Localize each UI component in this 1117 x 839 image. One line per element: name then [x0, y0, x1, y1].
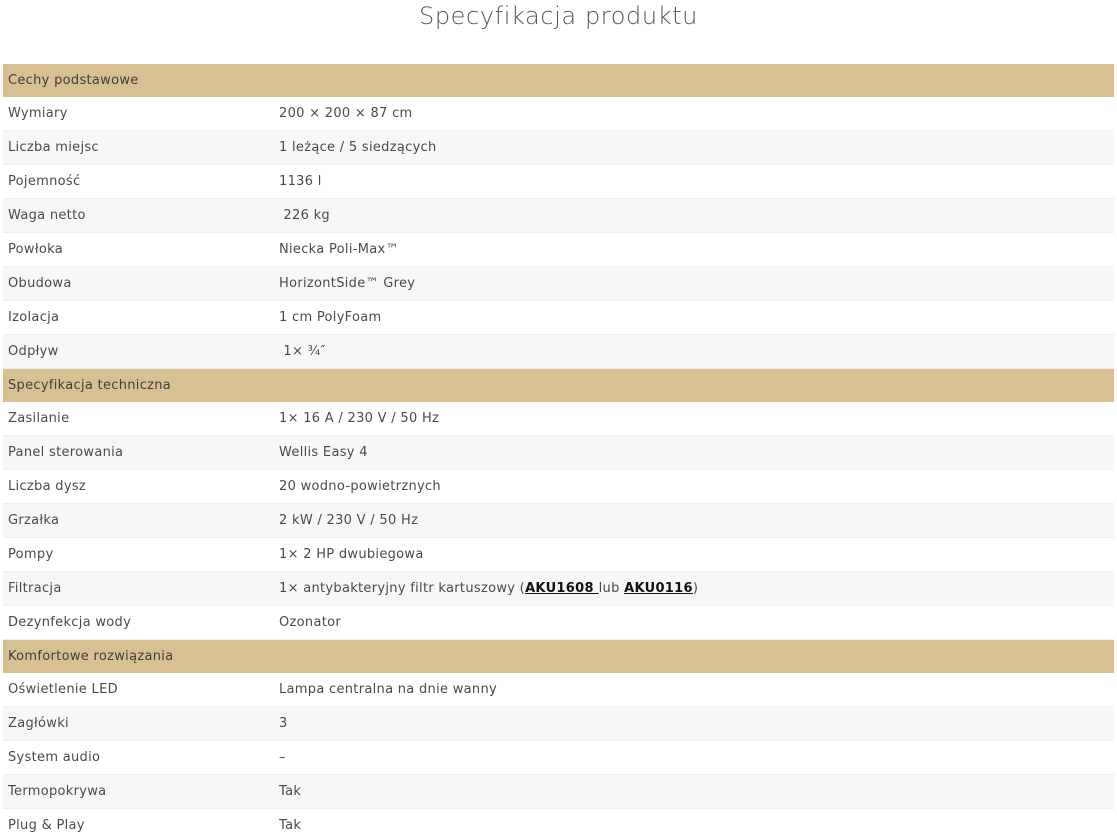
spec-value: Niecka Poli-Max™: [274, 232, 1114, 267]
spec-label: Filtracja: [3, 571, 274, 606]
section-header-komfortowe-rozwiazania: Komfortowe rozwiązania: [3, 639, 1114, 673]
page-title: Specyfikacja produktu: [419, 2, 698, 30]
spec-label: Odpływ: [3, 334, 274, 369]
spec-table: Cechy podstawowe Wymiary 200 × 200 × 87 …: [3, 64, 1114, 839]
spec-value: 1× 2 HP dwubiegowa: [274, 537, 1114, 572]
filtracja-mid: lub: [598, 581, 625, 596]
spec-label: Pojemność: [3, 164, 274, 199]
spec-label: Wymiary: [3, 97, 274, 131]
spec-value: 3: [274, 706, 1114, 741]
spec-value: Lampa centralna na dnie wanny: [274, 673, 1114, 707]
spec-value: 1× 16 A / 230 V / 50 Hz: [274, 402, 1114, 436]
spec-value: 226 kg: [274, 198, 1114, 233]
spec-label: Obudowa: [3, 266, 274, 301]
spec-label: Liczba dysz: [3, 469, 274, 504]
spec-value: Wellis Easy 4: [274, 435, 1114, 470]
spec-label: System audio: [3, 740, 274, 775]
spec-value: 1136 l: [274, 164, 1114, 199]
spec-label: Panel sterowania: [3, 435, 274, 470]
table-row: Zasilanie 1× 16 A / 230 V / 50 Hz: [3, 402, 1114, 436]
spec-label: Zasilanie: [3, 402, 274, 436]
section-header-specyfikacja-techniczna: Specyfikacja techniczna: [3, 368, 1114, 402]
spec-label: Zagłówki: [3, 706, 274, 741]
table-row: System audio –: [3, 740, 1114, 775]
spec-value: 200 × 200 × 87 cm: [274, 97, 1114, 131]
spec-label: Powłoka: [3, 232, 274, 267]
table-row: Pojemność 1136 l: [3, 164, 1114, 199]
section-header-cechy-podstawowe: Cechy podstawowe: [3, 64, 1114, 97]
table-row: Izolacja 1 cm PolyFoam: [3, 300, 1114, 335]
spec-label: Grzałka: [3, 503, 274, 538]
spec-value: Ozonator: [274, 605, 1114, 640]
table-row: Oświetlenie LED Lampa centralna na dnie …: [3, 673, 1114, 707]
table-row: Odpływ 1× ¾″: [3, 334, 1114, 369]
table-row: Plug & Play Tak: [3, 808, 1114, 839]
aku0116-link[interactable]: AKU0116: [624, 581, 693, 596]
spec-value: HorizontSide™ Grey: [274, 266, 1114, 301]
spec-value: –: [274, 740, 1114, 775]
table-row: Liczba miejsc 1 leżące / 5 siedzących: [3, 130, 1114, 165]
table-row: Dezynfekcja wody Ozonator: [3, 605, 1114, 640]
section-title: Komfortowe rozwiązania: [3, 639, 1114, 673]
spec-value: 1 cm PolyFoam: [274, 300, 1114, 335]
spec-value: 2 kW / 230 V / 50 Hz: [274, 503, 1114, 538]
spec-label: Liczba miejsc: [3, 130, 274, 165]
spec-value-filtracja: 1× antybakteryjny filtr kartuszowy (AKU1…: [274, 571, 1114, 606]
table-row: Pompy 1× 2 HP dwubiegowa: [3, 537, 1114, 572]
spec-value: 1× ¾″: [274, 334, 1114, 369]
aku1608-link[interactable]: AKU1608: [525, 581, 599, 596]
table-row: Grzałka 2 kW / 230 V / 50 Hz: [3, 503, 1114, 538]
spec-label: Waga netto: [3, 198, 274, 233]
spec-value: Tak: [274, 774, 1114, 809]
table-row: Zagłówki 3: [3, 706, 1114, 741]
table-row: Waga netto 226 kg: [3, 198, 1114, 233]
spec-label: Plug & Play: [3, 808, 274, 839]
filtracja-suffix: ): [692, 581, 699, 596]
spec-value: Tak: [274, 808, 1114, 839]
spec-label: Termopokrywa: [3, 774, 274, 809]
table-row: Powłoka Niecka Poli-Max™: [3, 232, 1114, 267]
table-row: Panel sterowania Wellis Easy 4: [3, 435, 1114, 470]
filtracja-prefix: 1× antybakteryjny filtr kartuszowy (: [279, 581, 526, 596]
table-row: Termopokrywa Tak: [3, 774, 1114, 809]
spec-label: Oświetlenie LED: [3, 673, 274, 707]
table-row: Obudowa HorizontSide™ Grey: [3, 266, 1114, 301]
table-row: Wymiary 200 × 200 × 87 cm: [3, 97, 1114, 131]
spec-label: Dezynfekcja wody: [3, 605, 274, 640]
table-row: Filtracja 1× antybakteryjny filtr kartus…: [3, 571, 1114, 606]
section-title: Specyfikacja techniczna: [3, 368, 1114, 402]
spec-label: Izolacja: [3, 300, 274, 335]
spec-value: 20 wodno-powietrznych: [274, 469, 1114, 504]
spec-value: 1 leżące / 5 siedzących: [274, 130, 1114, 165]
section-title: Cechy podstawowe: [3, 64, 1114, 97]
table-row: Liczba dysz 20 wodno-powietrznych: [3, 469, 1114, 504]
spec-label: Pompy: [3, 537, 274, 572]
